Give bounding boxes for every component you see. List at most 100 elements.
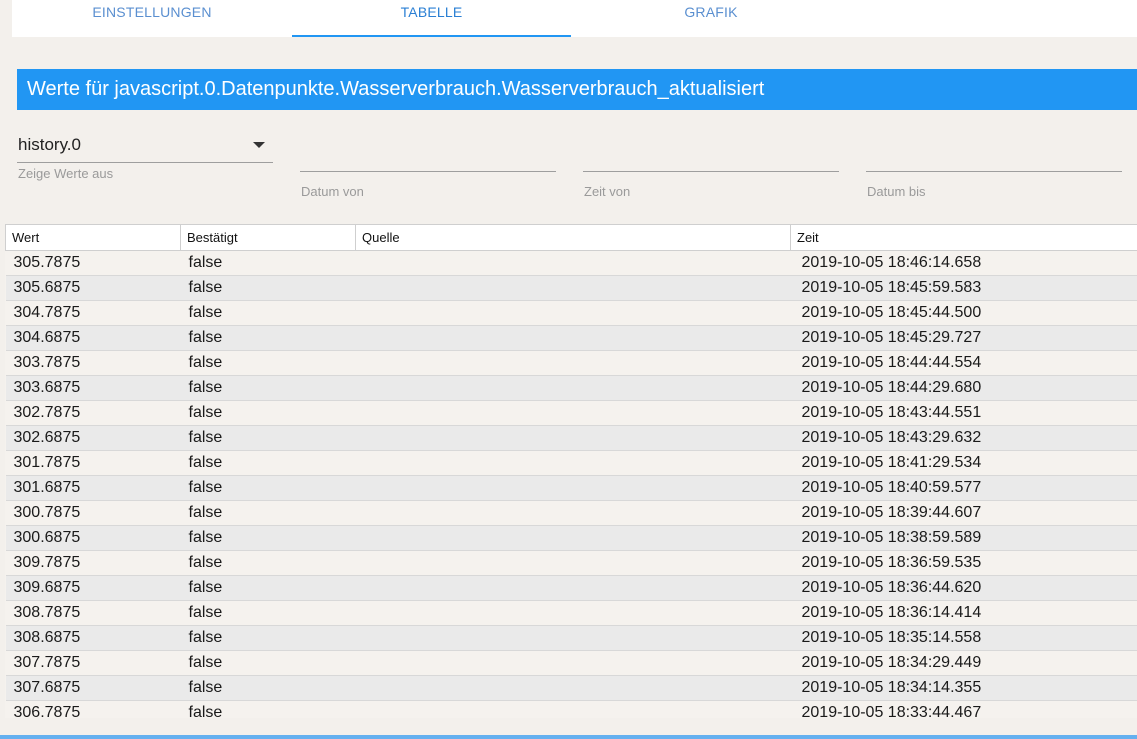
cell-bestaetigt: false: [180, 425, 356, 451]
cell-zeit: 2019-10-05 18:41:29.534: [790, 450, 1137, 476]
cell-bestaetigt: false: [180, 575, 356, 601]
table-header-row: Wert Bestätigt Quelle Zeit: [5, 224, 1137, 251]
table-row[interactable]: 303.6875 false 2019-10-05 18:44:29.680: [5, 375, 1137, 401]
cell-zeit: 2019-10-05 18:36:59.535: [790, 550, 1137, 576]
cell-quelle: [355, 350, 791, 376]
date-from-field: Datum von: [300, 140, 560, 199]
table-row[interactable]: 304.7875 false 2019-10-05 18:45:44.500: [5, 300, 1137, 326]
footer-band: [0, 718, 1137, 735]
cell-wert: 309.6875: [5, 575, 181, 601]
page-title: Werte für javascript.0.Datenpunkte.Wasse…: [17, 69, 1137, 110]
cell-bestaetigt: false: [180, 650, 356, 676]
caret-down-icon[interactable]: [253, 142, 265, 148]
cell-quelle: [355, 575, 791, 601]
cell-bestaetigt: false: [180, 625, 356, 651]
cell-zeit: 2019-10-05 18:36:14.414: [790, 600, 1137, 626]
cell-bestaetigt: false: [180, 550, 356, 576]
table-row[interactable]: 302.7875 false 2019-10-05 18:43:44.551: [5, 400, 1137, 426]
cell-wert: 300.6875: [5, 525, 181, 551]
instance-select-value: history.0: [18, 135, 81, 154]
cell-quelle: [355, 300, 791, 326]
table-row[interactable]: 308.7875 false 2019-10-05 18:36:14.414: [5, 600, 1137, 626]
cell-zeit: 2019-10-05 18:34:29.449: [790, 650, 1137, 676]
date-to-field: Datum bis: [866, 140, 1126, 199]
cell-zeit: 2019-10-05 18:36:44.620: [790, 575, 1137, 601]
cell-bestaetigt: false: [180, 475, 356, 501]
cell-quelle: [355, 675, 791, 701]
date-to-input[interactable]: [866, 140, 1126, 172]
table-row[interactable]: 305.7875 false 2019-10-05 18:46:14.658: [5, 250, 1137, 276]
cell-wert: 308.6875: [5, 625, 181, 651]
cell-bestaetigt: false: [180, 450, 356, 476]
tab-grafik[interactable]: GRAFIK: [571, 0, 851, 37]
cell-wert: 302.6875: [5, 425, 181, 451]
cell-quelle: [355, 475, 791, 501]
time-from-input[interactable]: [583, 140, 843, 172]
cell-wert: 302.7875: [5, 400, 181, 426]
table-row[interactable]: 303.7875 false 2019-10-05 18:44:44.554: [5, 350, 1137, 376]
cell-zeit: 2019-10-05 18:34:14.355: [790, 675, 1137, 701]
column-header-bestaetigt[interactable]: Bestätigt: [180, 224, 356, 251]
cell-wert: 305.7875: [5, 250, 181, 276]
table-row[interactable]: 304.6875 false 2019-10-05 18:45:29.727: [5, 325, 1137, 351]
cell-quelle: [355, 400, 791, 426]
cell-zeit: 2019-10-05 18:38:59.589: [790, 525, 1137, 551]
cell-bestaetigt: false: [180, 275, 356, 301]
column-header-quelle[interactable]: Quelle: [355, 224, 791, 251]
table-row[interactable]: 301.7875 false 2019-10-05 18:41:29.534: [5, 450, 1137, 476]
cell-quelle: [355, 425, 791, 451]
table-row[interactable]: 308.6875 false 2019-10-05 18:35:14.558: [5, 625, 1137, 651]
tab-einstellungen[interactable]: EINSTELLUNGEN: [12, 0, 292, 37]
cell-bestaetigt: false: [180, 375, 356, 401]
table-row[interactable]: 305.6875 false 2019-10-05 18:45:59.583: [5, 275, 1137, 301]
cell-quelle: [355, 525, 791, 551]
table-row[interactable]: 302.6875 false 2019-10-05 18:43:29.632: [5, 425, 1137, 451]
table-row[interactable]: 307.7875 false 2019-10-05 18:34:29.449: [5, 650, 1137, 676]
history-table: Wert Bestätigt Quelle Zeit 305.7875 false…: [5, 224, 1137, 718]
cell-zeit: 2019-10-05 18:43:44.551: [790, 400, 1137, 426]
cell-zeit: 2019-10-05 18:44:29.680: [790, 375, 1137, 401]
cell-wert: 300.7875: [5, 500, 181, 526]
cell-wert: 303.7875: [5, 350, 181, 376]
cell-zeit: 2019-10-05 18:45:59.583: [790, 275, 1137, 301]
cell-zeit: 2019-10-05 18:45:44.500: [790, 300, 1137, 326]
cell-zeit: 2019-10-05 18:43:29.632: [790, 425, 1137, 451]
cell-quelle: [355, 375, 791, 401]
cell-quelle: [355, 550, 791, 576]
cell-wert: 304.6875: [5, 325, 181, 351]
table-row[interactable]: 301.6875 false 2019-10-05 18:40:59.577: [5, 475, 1137, 501]
cell-quelle: [355, 325, 791, 351]
cell-bestaetigt: false: [180, 300, 356, 326]
cell-bestaetigt: false: [180, 250, 356, 276]
cell-zeit: 2019-10-05 18:44:44.554: [790, 350, 1137, 376]
column-header-wert[interactable]: Wert: [5, 224, 181, 251]
cell-quelle: [355, 250, 791, 276]
table-row[interactable]: 309.7875 false 2019-10-05 18:36:59.535: [5, 550, 1137, 576]
table-row[interactable]: 309.6875 false 2019-10-05 18:36:44.620: [5, 575, 1137, 601]
cell-wert: 303.6875: [5, 375, 181, 401]
cell-quelle: [355, 650, 791, 676]
table-row[interactable]: 307.6875 false 2019-10-05 18:34:14.355: [5, 675, 1137, 701]
cell-quelle: [355, 700, 791, 718]
column-header-zeit[interactable]: Zeit: [790, 224, 1137, 251]
cell-quelle: [355, 625, 791, 651]
cell-zeit: 2019-10-05 18:46:14.658: [790, 250, 1137, 276]
table-body: 305.7875 false 2019-10-05 18:46:14.658 305.…: [5, 250, 1137, 718]
cell-bestaetigt: false: [180, 325, 356, 351]
cell-wert: 305.6875: [5, 275, 181, 301]
cell-bestaetigt: false: [180, 500, 356, 526]
table-row[interactable]: 300.7875 false 2019-10-05 18:39:44.607: [5, 500, 1137, 526]
instance-select[interactable]: history.0: [17, 128, 273, 163]
cell-wert: 301.7875: [5, 450, 181, 476]
table-row[interactable]: 306.7875 false 2019-10-05 18:33:44.467: [5, 700, 1137, 718]
time-from-label: Zeit von: [584, 184, 631, 199]
cell-wert: 301.6875: [5, 475, 181, 501]
tab-tabelle[interactable]: TABELLE: [292, 0, 571, 37]
table-row[interactable]: 300.6875 false 2019-10-05 18:38:59.589: [5, 525, 1137, 551]
history-table-container[interactable]: Wert Bestätigt Quelle Zeit 305.7875 false…: [5, 224, 1137, 718]
cell-zeit: 2019-10-05 18:40:59.577: [790, 475, 1137, 501]
cell-quelle: [355, 450, 791, 476]
cell-zeit: 2019-10-05 18:39:44.607: [790, 500, 1137, 526]
time-from-field: Zeit von: [583, 140, 843, 199]
date-from-input[interactable]: [300, 140, 560, 172]
